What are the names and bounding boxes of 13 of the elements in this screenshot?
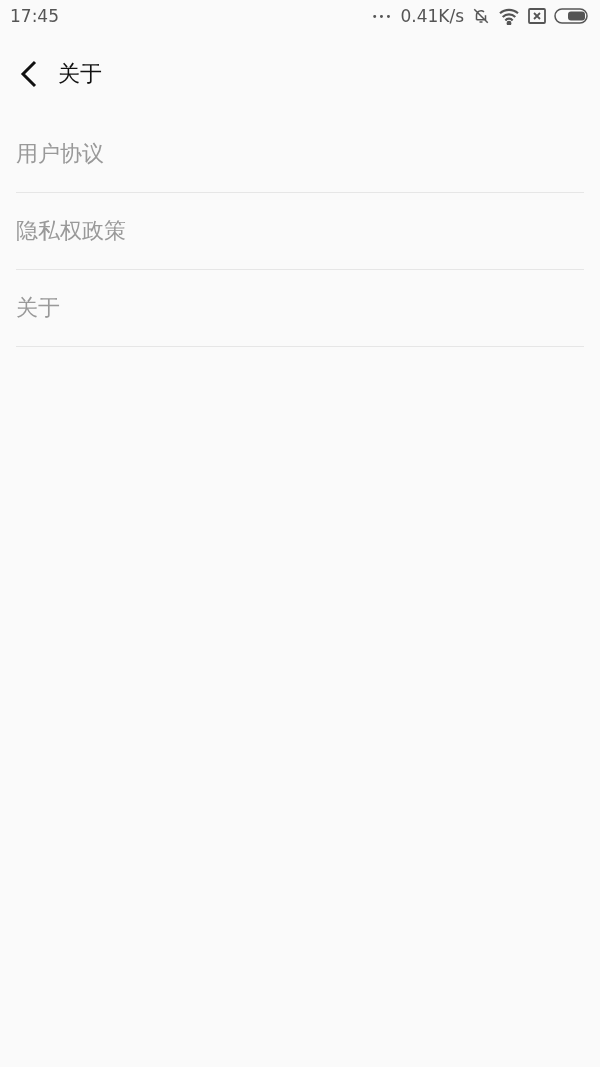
status-time: 17:45 — [10, 6, 59, 26]
battery-icon — [554, 8, 590, 24]
page-title: 关于 — [58, 60, 102, 88]
back-icon — [20, 60, 38, 88]
menu-item[interactable]: 用户协议 — [16, 116, 584, 193]
bell-off-icon — [472, 7, 490, 25]
sim-blocked-icon — [528, 8, 546, 24]
menu-item[interactable]: 关于 — [16, 270, 584, 347]
more-dots: ••• — [371, 10, 393, 22]
wifi-icon — [498, 7, 520, 25]
menu-item[interactable]: 隐私权政策 — [16, 193, 584, 270]
network-speed: 0.41K/s — [400, 6, 464, 26]
back-button[interactable] — [20, 60, 38, 88]
